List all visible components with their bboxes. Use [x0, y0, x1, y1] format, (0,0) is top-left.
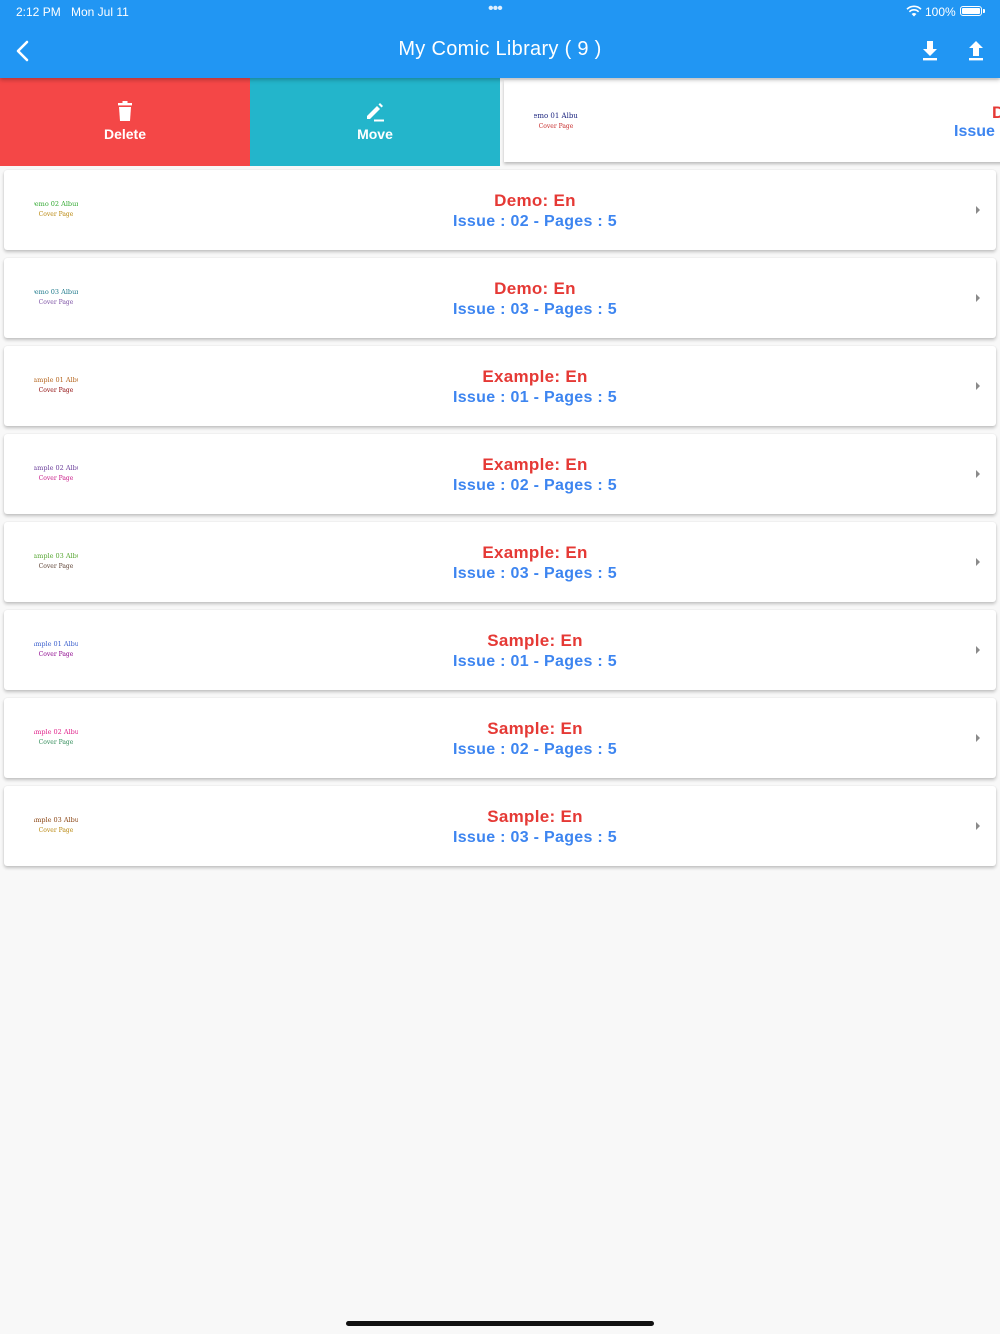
comic-card-swiped[interactable]: Demo 01 Album Cover Page D Issue — [504, 80, 1000, 162]
comic-title: Demo: En — [494, 279, 576, 298]
app-bar: 2:12 PM Mon Jul 11 ••• 100% My Comic Lib… — [0, 0, 1000, 78]
trash-icon — [118, 101, 132, 121]
battery-icon — [960, 6, 985, 16]
chevron-right-icon — [976, 646, 980, 654]
comic-card[interactable]: Demo 02 AlbumCover PageDemo: EnIssue : 0… — [4, 170, 996, 250]
edit-pencil-icon — [367, 103, 384, 122]
comic-title: Example: En — [482, 367, 588, 386]
move-button[interactable]: Move — [250, 78, 500, 166]
delete-label: Delete — [103, 126, 147, 142]
comic-title: Demo: En — [494, 191, 576, 210]
comic-title: Example: En — [482, 455, 588, 474]
comic-issue: Issue : 03 - Pages : 5 — [452, 301, 617, 318]
page-title: My Comic Library ( 9 ) — [398, 38, 602, 60]
comic-title: Example: En — [482, 543, 588, 562]
comic-list: Demo 02 AlbumCover PageDemo: EnIssue : 0… — [4, 170, 996, 874]
comic-card[interactable]: Example 02 AlbumCover PageExample: EnIss… — [4, 434, 996, 514]
back-button[interactable] — [10, 36, 36, 66]
delete-button[interactable]: Delete — [0, 78, 250, 166]
comic-text: Sample: En Issue : 02 - Pages : 5 — [4, 718, 1000, 760]
comic-card[interactable]: Sample 03 AlbumCover PageSample: EnIssue… — [4, 786, 996, 866]
comic-text: Sample: En Issue : 01 - Pages : 5 — [4, 630, 1000, 672]
comic-text: Demo: En Issue : 03 - Pages : 5 — [4, 278, 1000, 320]
comic-thumbnail: Demo 01 Album Cover Page — [534, 112, 578, 130]
status-date: Mon Jul 11 — [71, 5, 129, 19]
comic-title: D — [992, 103, 1000, 122]
status-time: 2:12 PM — [16, 5, 61, 19]
comic-title: Sample: En — [487, 719, 583, 738]
download-icon[interactable] — [918, 38, 942, 64]
chevron-right-icon — [976, 734, 980, 742]
chevron-right-icon — [976, 822, 980, 830]
chevron-right-icon — [976, 294, 980, 302]
comic-issue: Issue : 01 - Pages : 5 — [452, 653, 617, 670]
home-indicator[interactable] — [346, 1321, 654, 1326]
comic-text: Example: En Issue : 01 - Pages : 5 — [4, 366, 1000, 408]
comic-issue: Issue — [954, 123, 995, 140]
comic-title: Sample: En — [487, 631, 583, 650]
svg-text:Demo 01 Album: Demo 01 Album — [534, 112, 578, 120]
chevron-right-icon — [976, 206, 980, 214]
upload-icon[interactable] — [964, 38, 988, 64]
chevron-right-icon — [976, 558, 980, 566]
comic-card[interactable]: Example 03 AlbumCover PageExample: EnIss… — [4, 522, 996, 602]
comic-issue: Issue : 02 - Pages : 5 — [452, 741, 617, 758]
comic-card[interactable]: Example 01 AlbumCover PageExample: EnIss… — [4, 346, 996, 426]
comic-text: Example: En Issue : 02 - Pages : 5 — [4, 454, 1000, 496]
wifi-icon — [906, 5, 922, 17]
comic-card[interactable]: Demo 03 AlbumCover PageDemo: EnIssue : 0… — [4, 258, 996, 338]
comic-title: Sample: En — [487, 807, 583, 826]
move-label: Move — [357, 126, 393, 142]
comic-issue: Issue : 03 - Pages : 5 — [452, 565, 617, 582]
comic-text: Demo: En Issue : 02 - Pages : 5 — [4, 190, 1000, 232]
comic-card[interactable]: Sample 02 AlbumCover PageSample: EnIssue… — [4, 698, 996, 778]
comic-issue: Issue : 03 - Pages : 5 — [452, 829, 617, 846]
comic-text: Example: En Issue : 03 - Pages : 5 — [4, 542, 1000, 584]
comic-issue: Issue : 02 - Pages : 5 — [452, 477, 617, 494]
chevron-right-icon — [976, 382, 980, 390]
multitasking-dots[interactable]: ••• — [488, 0, 503, 18]
comic-issue: Issue : 02 - Pages : 5 — [452, 213, 617, 230]
comic-text: Sample: En Issue : 03 - Pages : 5 — [4, 806, 1000, 848]
chevron-right-icon — [976, 470, 980, 478]
battery-percent: 100% — [925, 5, 956, 19]
svg-text:Cover Page: Cover Page — [539, 123, 574, 130]
comic-issue: Issue : 01 - Pages : 5 — [452, 389, 617, 406]
comic-card[interactable]: Sample 01 AlbumCover PageSample: EnIssue… — [4, 610, 996, 690]
